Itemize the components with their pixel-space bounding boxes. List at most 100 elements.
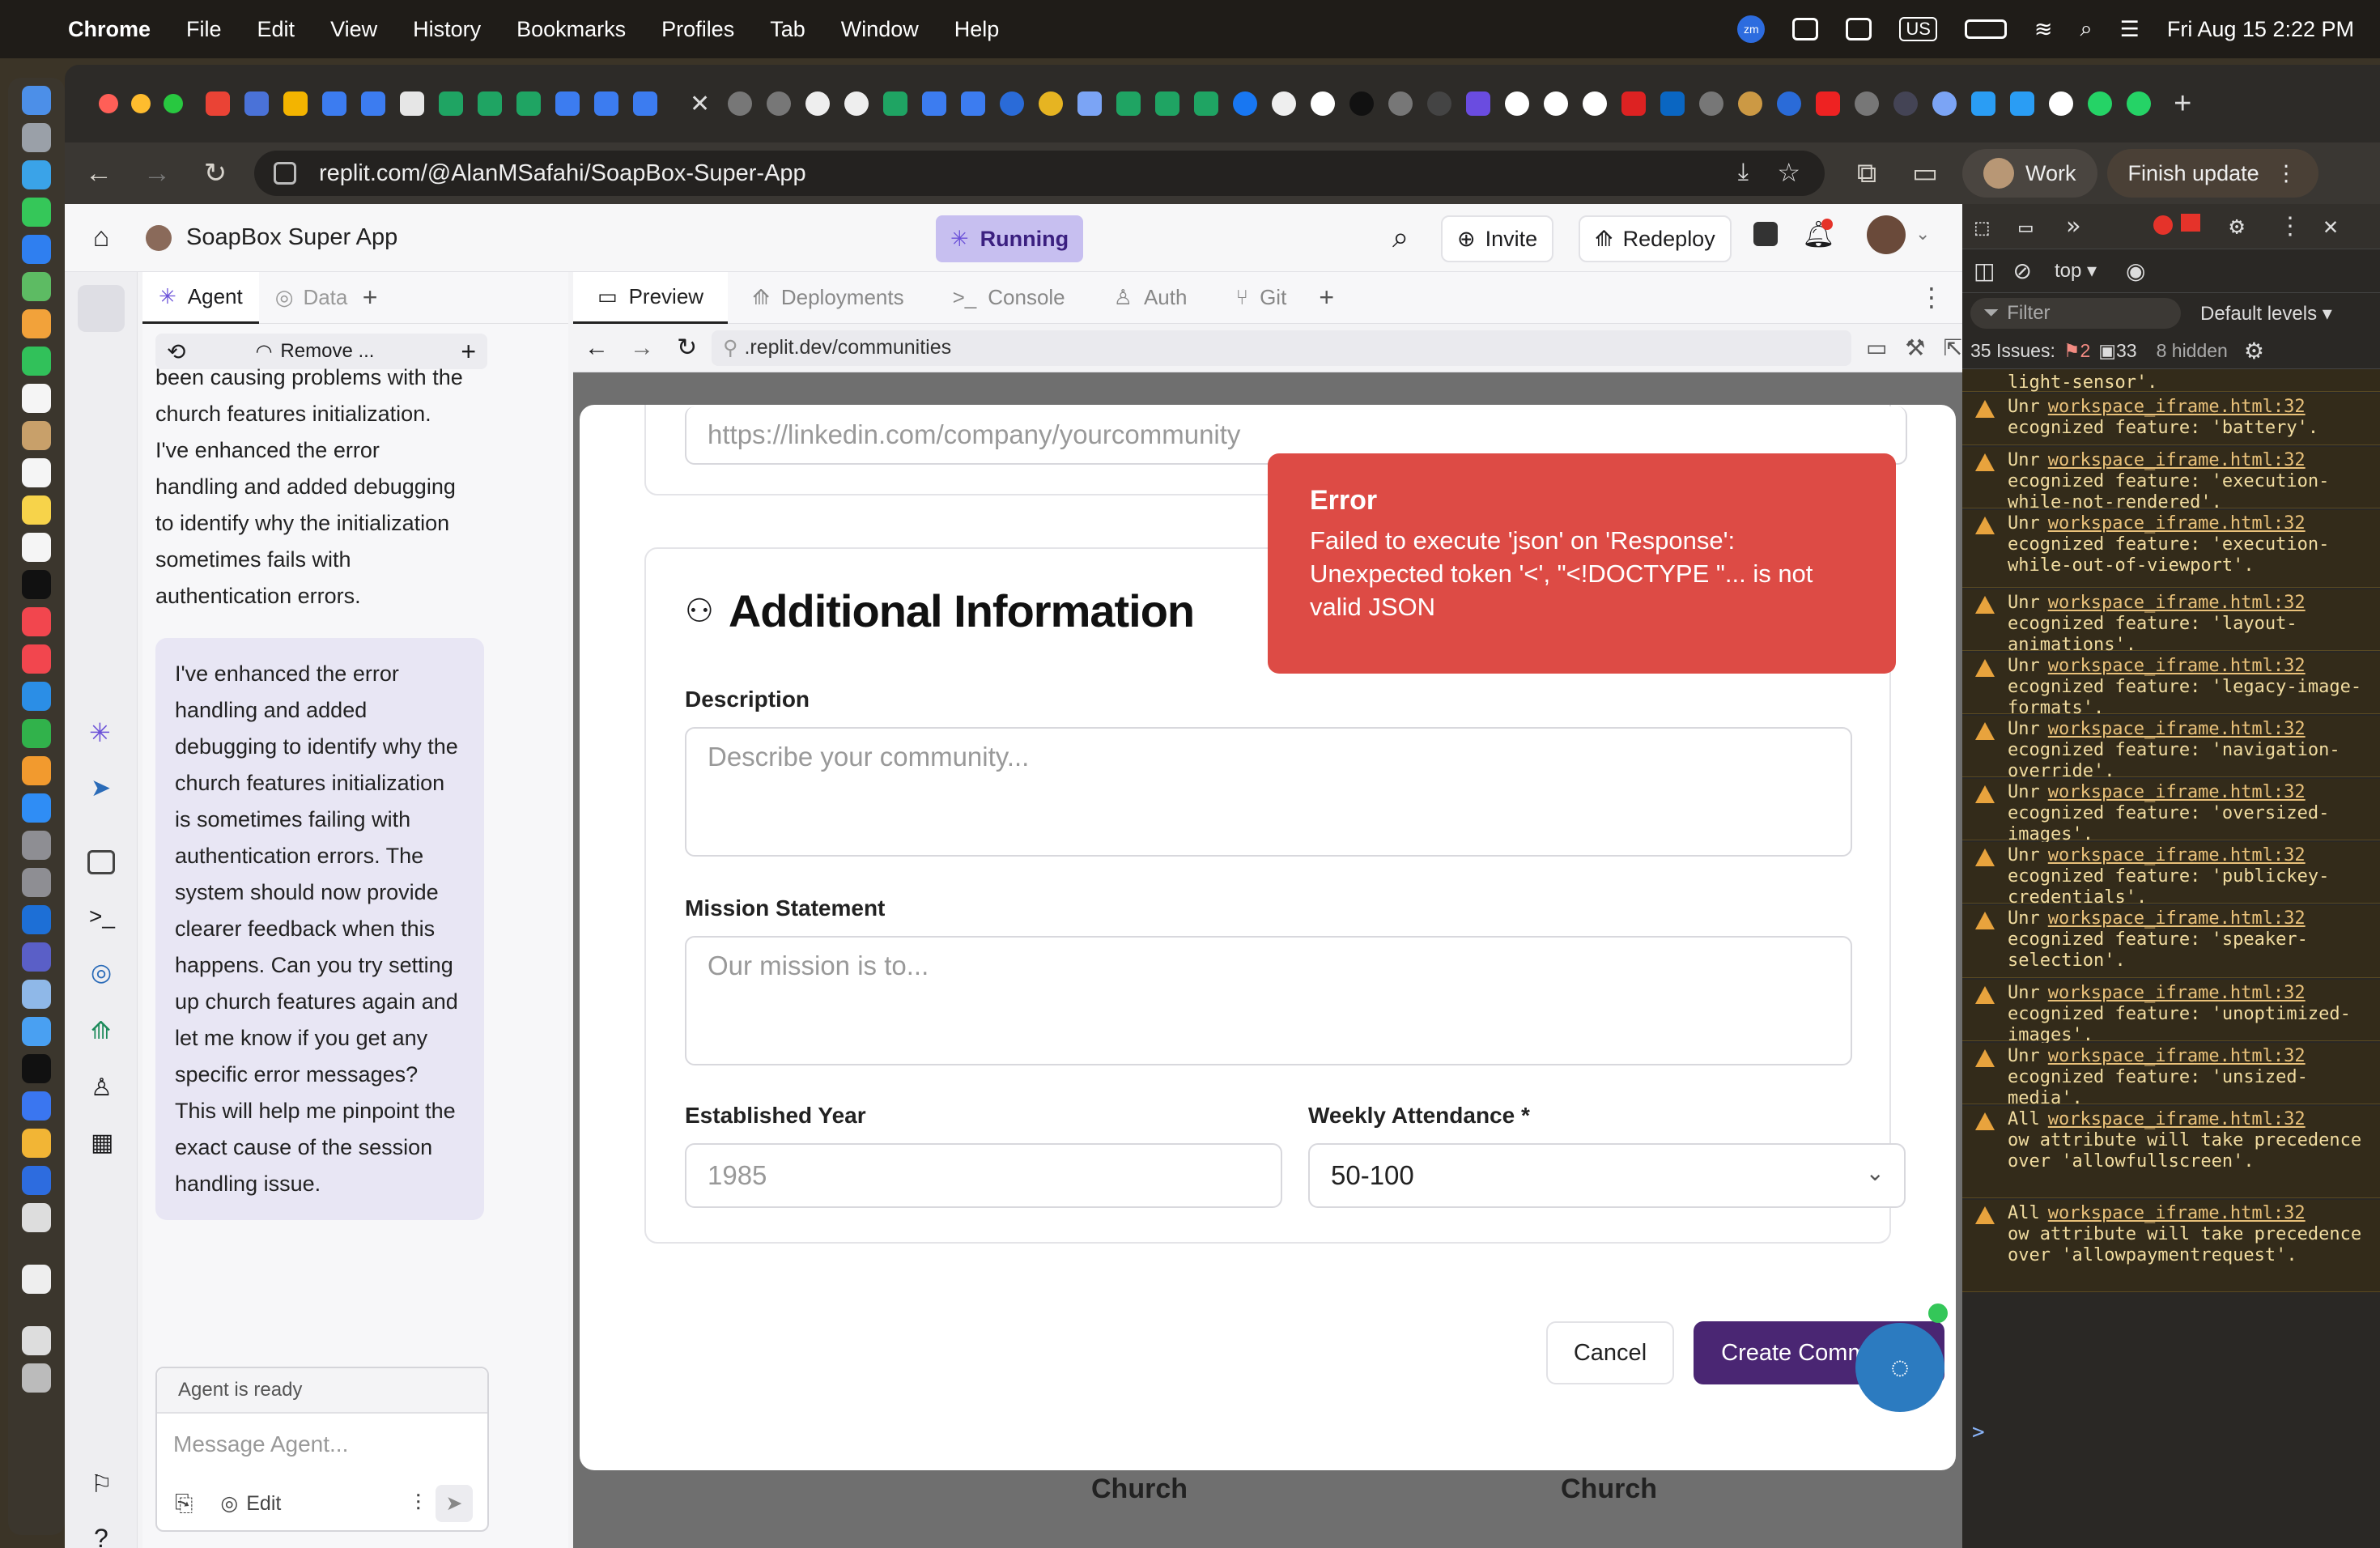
tab-app-icon[interactable] bbox=[1000, 91, 1025, 116]
menu-edit[interactable]: Edit bbox=[257, 17, 295, 42]
tab-meet-icon-2[interactable] bbox=[478, 91, 502, 116]
zoom-window-button[interactable] bbox=[164, 94, 183, 113]
console-warning-entry[interactable]: Unr workspace_iframe.html:32 ecognized fea… bbox=[1962, 842, 2380, 908]
preview-url-field[interactable]: ⚲ .replit.dev/communities bbox=[712, 330, 1851, 366]
established-year-input[interactable]: 1985 bbox=[685, 1143, 1282, 1208]
screenshot-icon[interactable] bbox=[22, 1326, 51, 1355]
menu-help[interactable]: Help bbox=[954, 17, 1000, 42]
back-arrow-icon[interactable]: ← bbox=[70, 158, 128, 189]
maps-icon[interactable] bbox=[22, 272, 51, 301]
mail-icon[interactable] bbox=[22, 235, 51, 264]
news-icon[interactable] bbox=[22, 644, 51, 674]
launchpad-icon[interactable] bbox=[22, 123, 51, 152]
warning-source-link[interactable]: workspace_iframe.html:32 bbox=[2048, 719, 2306, 739]
console-warning-entry[interactable]: Unr workspace_iframe.html:32 ecognized fea… bbox=[1962, 779, 2380, 844]
warning-source-link[interactable]: workspace_iframe.html:32 bbox=[2048, 450, 2306, 470]
devtools-wrench-icon[interactable]: ⚒ bbox=[1905, 334, 1925, 361]
notes-icon[interactable] bbox=[22, 495, 51, 525]
reload-icon[interactable]: ↻ bbox=[186, 157, 244, 189]
console-warning-entry[interactable]: Unr workspace_iframe.html:32 ecognized fea… bbox=[1962, 393, 2380, 445]
user-avatar[interactable] bbox=[1867, 215, 1906, 254]
tab-gmail-icon[interactable] bbox=[206, 91, 230, 116]
tab-app-icon-8[interactable] bbox=[1621, 91, 1647, 116]
tab-acrobat-icon[interactable] bbox=[1816, 91, 1841, 116]
devtools-more-icon[interactable]: ⋮ bbox=[2278, 212, 2302, 240]
tab-github-icon[interactable] bbox=[1272, 91, 1297, 116]
tab-app-icon-2[interactable] bbox=[1039, 91, 1064, 116]
chrome-dock-icon[interactable] bbox=[22, 1129, 51, 1158]
new-tab-icon[interactable]: + bbox=[2174, 87, 2191, 121]
close-tab-icon[interactable]: ✕ bbox=[690, 90, 710, 118]
tab-google-icon[interactable] bbox=[1311, 91, 1336, 116]
document-icon[interactable] bbox=[22, 1265, 51, 1294]
menu-bookmarks[interactable]: Bookmarks bbox=[516, 17, 626, 42]
photos-icon[interactable] bbox=[22, 309, 51, 338]
context-select[interactable]: top ▾ bbox=[2055, 259, 2097, 283]
tab-auth[interactable]: ♙ Auth bbox=[1090, 272, 1212, 324]
tab-facebook-icon[interactable] bbox=[1233, 91, 1258, 116]
tab-docs-icon-4[interactable] bbox=[594, 91, 618, 116]
app-title[interactable]: SoapBox Super App bbox=[186, 224, 397, 251]
issues-warning-count[interactable]: ▣33 bbox=[2098, 340, 2136, 362]
pages-icon[interactable] bbox=[22, 756, 51, 785]
tab-docs-icon-6[interactable] bbox=[922, 91, 947, 116]
tab-docs-icon-3[interactable] bbox=[555, 91, 580, 116]
deployments-tool-icon[interactable]: ⟰ bbox=[91, 1017, 111, 1045]
description-textarea[interactable]: Describe your community... bbox=[685, 727, 1852, 857]
assistant-tool-icon[interactable]: ➤ bbox=[91, 774, 111, 802]
send-icon[interactable]: ➤ bbox=[436, 1485, 473, 1522]
printer-icon[interactable] bbox=[22, 1203, 51, 1232]
tab-drive-icon[interactable] bbox=[283, 91, 308, 116]
tab-sheets-icon[interactable] bbox=[516, 91, 541, 116]
menu-tab[interactable]: Tab bbox=[770, 17, 805, 42]
tab-app-icon-5[interactable] bbox=[1466, 91, 1491, 116]
open-new-tab-icon[interactable]: ⇱ bbox=[1944, 334, 1962, 361]
tab-sheets-icon-5[interactable] bbox=[1194, 91, 1219, 116]
devtools-settings-icon[interactable]: ⚙ bbox=[2229, 212, 2244, 240]
menu-app-name[interactable]: Chrome bbox=[68, 17, 151, 42]
keynote-icon[interactable] bbox=[22, 682, 51, 711]
tab-app-icon-4[interactable] bbox=[1427, 91, 1452, 116]
spotlight-search-icon[interactable]: ⌕ bbox=[2080, 16, 2093, 42]
menubar-clock[interactable]: Fri Aug 15 2:22 PM bbox=[2167, 17, 2354, 42]
zoom-status-icon[interactable]: zm bbox=[1737, 15, 1766, 43]
tab-docs-icon[interactable] bbox=[322, 91, 346, 116]
tab-app-icon-16[interactable] bbox=[2010, 91, 2035, 116]
preview-more-icon[interactable]: ⋮ bbox=[1919, 282, 1944, 313]
tab-app-icon-12[interactable] bbox=[1855, 91, 1880, 116]
feedback-icon[interactable]: ⚐ bbox=[91, 1470, 113, 1499]
warning-source-link[interactable]: workspace_iframe.html:32 bbox=[2048, 983, 2306, 1003]
tab-git[interactable]: ⑂ Git bbox=[1211, 272, 1311, 324]
outlook-status-icon[interactable] bbox=[1792, 18, 1819, 40]
tab-database[interactable]: ◎ Data bbox=[259, 272, 351, 324]
console-settings-icon[interactable]: ⚙ bbox=[2244, 338, 2264, 364]
xcode-icon[interactable] bbox=[22, 868, 51, 897]
warning-source-link[interactable]: workspace_iframe.html:32 bbox=[2048, 513, 2306, 534]
tab-calendar-icon[interactable] bbox=[400, 91, 424, 116]
minimize-window-button[interactable] bbox=[131, 94, 151, 113]
warning-source-link[interactable]: workspace_iframe.html:32 bbox=[2048, 397, 2306, 417]
input-source-indicator[interactable]: US bbox=[1899, 17, 1937, 41]
devtools-close-icon[interactable]: ✕ bbox=[2323, 212, 2338, 240]
tab-people-icon[interactable] bbox=[244, 91, 269, 116]
search-icon[interactable]: ⌕ bbox=[1392, 220, 1409, 255]
hidden-count[interactable]: 8 hidden bbox=[2157, 340, 2228, 362]
contacts-icon[interactable] bbox=[22, 421, 51, 450]
tab-app-icon-15[interactable] bbox=[1971, 91, 1996, 116]
site-settings-icon[interactable] bbox=[274, 162, 296, 185]
tab-gemini-icon[interactable] bbox=[1077, 91, 1103, 116]
sidebar-toggle-icon[interactable]: ◫ bbox=[1974, 257, 1995, 284]
home-icon[interactable]: ⌂ bbox=[65, 222, 138, 253]
system-settings-icon[interactable] bbox=[22, 831, 51, 860]
tab-google-icon-3[interactable] bbox=[2049, 91, 2074, 116]
terminal-icon[interactable] bbox=[22, 1054, 51, 1083]
console-warning-entry[interactable]: Unr workspace_iframe.html:32 ecognized fea… bbox=[1962, 980, 2380, 1045]
menu-history[interactable]: History bbox=[413, 17, 481, 42]
warning-source-link[interactable]: workspace_iframe.html:32 bbox=[2048, 1109, 2306, 1129]
help-icon[interactable]: ? bbox=[94, 1524, 108, 1548]
menu-file[interactable]: File bbox=[186, 17, 222, 42]
users-tool-icon[interactable]: ♙ bbox=[91, 1074, 113, 1102]
devices-icon[interactable]: ▭ bbox=[1866, 334, 1887, 361]
music-icon[interactable] bbox=[22, 607, 51, 636]
profile-button[interactable]: Work bbox=[1962, 149, 2097, 198]
